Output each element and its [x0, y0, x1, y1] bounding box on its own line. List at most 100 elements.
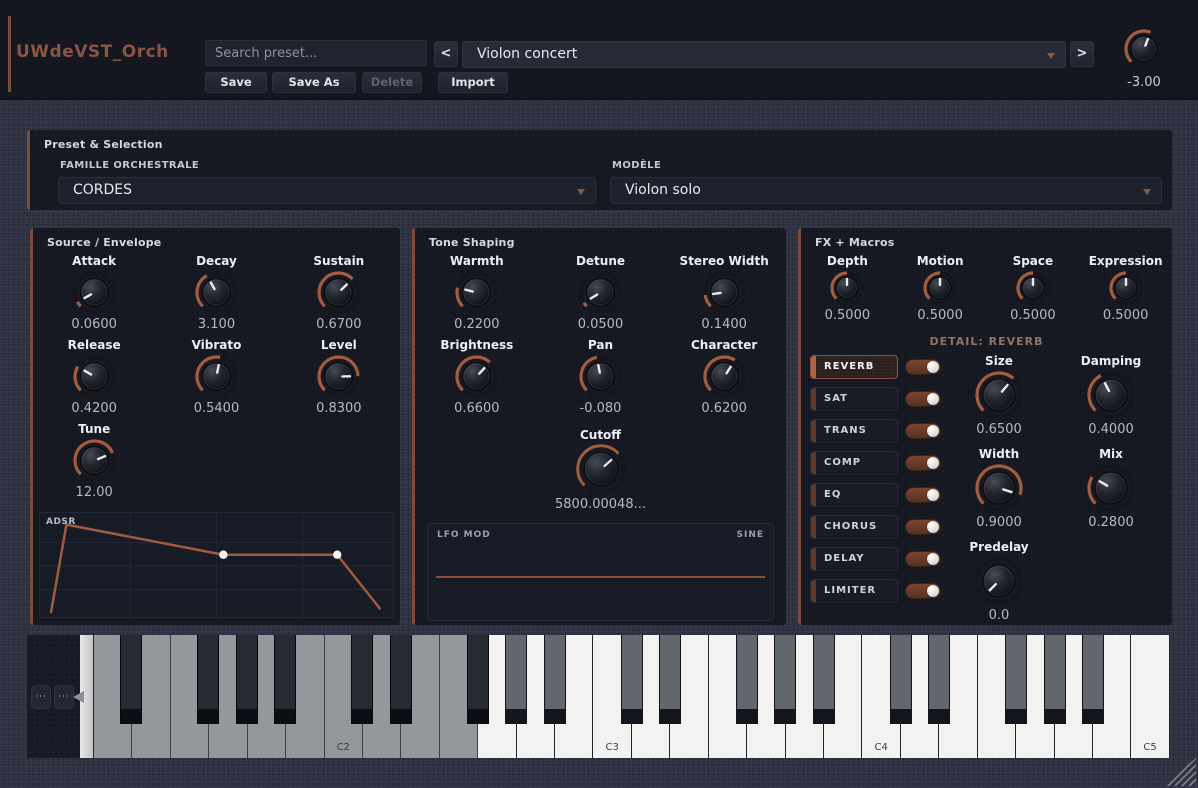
preset-dropdown[interactable]: Violon concert [462, 41, 1066, 68]
black-key[interactable] [274, 635, 296, 724]
next-preset-button[interactable]: > [1070, 41, 1094, 67]
pan-knob[interactable] [578, 354, 623, 399]
slot-accent-stripe [811, 356, 816, 378]
black-key[interactable] [621, 635, 643, 724]
predelay-knob[interactable] [974, 556, 1024, 606]
search-input[interactable] [205, 40, 427, 66]
size-knob[interactable] [974, 370, 1024, 420]
black-key[interactable] [467, 635, 489, 724]
famille-orchestrale-value: CORDES [73, 182, 132, 198]
comp-slot-button[interactable]: COMP [810, 451, 898, 475]
chorus-slot-button[interactable]: CHORUS [810, 515, 898, 539]
save-button[interactable]: Save [205, 72, 267, 93]
motion-knob[interactable] [922, 270, 958, 306]
vibrato-knob-cell: Vibrato0.5400 [192, 338, 242, 422]
space-value: 0.5000 [1010, 308, 1056, 323]
black-key[interactable] [1005, 635, 1027, 724]
vibrato-knob[interactable] [194, 354, 239, 399]
expression-label: Expression [1089, 254, 1163, 270]
trans-slot-button[interactable]: TRANS [810, 419, 898, 443]
damping-knob[interactable] [1086, 370, 1136, 420]
character-knob[interactable] [702, 354, 747, 399]
trans-toggle[interactable] [905, 423, 941, 439]
envelope-handle[interactable] [219, 551, 227, 559]
black-key[interactable] [1082, 635, 1104, 724]
stereo-width-knob[interactable] [702, 270, 747, 315]
master-volume-value: -3.00 [1120, 75, 1168, 90]
limiter-slot-button[interactable]: LIMITER [810, 579, 898, 603]
sustain-knob[interactable] [316, 270, 361, 315]
black-key[interactable] [120, 635, 142, 724]
scroll-left-icon[interactable] [73, 691, 84, 703]
reverb-toggle[interactable] [905, 359, 941, 375]
master-volume-knob[interactable] [1123, 55, 1165, 74]
toggle-knob [927, 585, 939, 597]
modele-dropdown[interactable]: Violon solo [610, 177, 1162, 204]
space-knob[interactable] [1015, 270, 1051, 306]
width-value: 0.9000 [976, 515, 1022, 530]
black-key[interactable] [890, 635, 912, 724]
black-key[interactable] [351, 635, 373, 724]
reverb-slot-button[interactable]: REVERB [810, 355, 898, 379]
eq-slot-button[interactable]: EQ [810, 483, 898, 507]
black-key[interactable] [928, 635, 950, 724]
cutoff-knob[interactable] [573, 443, 629, 495]
level-knob[interactable] [316, 354, 361, 399]
black-key[interactable] [813, 635, 835, 724]
save-as-button[interactable]: Save As [272, 72, 356, 93]
space-label: Space [1013, 254, 1054, 270]
white-key[interactable]: C5 [1131, 635, 1169, 758]
black-key[interactable] [505, 635, 527, 724]
chorus-toggle[interactable] [905, 519, 941, 535]
tune-knob[interactable] [72, 438, 117, 483]
decay-label: Decay [196, 254, 237, 270]
black-key[interactable] [236, 635, 258, 724]
mix-knob-cell: Mix0.2800 [1056, 447, 1166, 531]
delay-slot-button[interactable]: DELAY [810, 547, 898, 571]
sat-toggle[interactable] [905, 391, 941, 407]
decay-knob[interactable] [194, 270, 239, 315]
slot-accent-stripe [811, 484, 816, 506]
black-key[interactable] [544, 635, 566, 724]
attack-knob[interactable] [72, 270, 117, 315]
depth-knob[interactable] [829, 270, 865, 306]
import-button[interactable]: Import [438, 72, 508, 93]
brightness-knob[interactable] [454, 354, 499, 399]
brightness-knob-cell: Brightness0.6600 [440, 338, 513, 422]
previous-preset-button[interactable]: < [434, 41, 458, 67]
vst-plugin-window: { "topbar": { "logo": "UWdeVST_Orch", "s… [0, 0, 1198, 788]
octave-up-button[interactable]: ··· [54, 685, 74, 709]
black-key[interactable] [390, 635, 412, 724]
black-key[interactable] [197, 635, 219, 724]
lfo-wave-label: SINE [736, 530, 764, 540]
black-key[interactable] [736, 635, 758, 724]
expression-knob[interactable] [1108, 270, 1144, 306]
master-volume-knob[interactable] [1123, 28, 1165, 70]
preset-selection-panel: Preset & Selection FAMILLE ORCHESTRALE C… [27, 130, 1172, 210]
mix-knob[interactable] [1086, 463, 1136, 513]
adsr-envelope-display[interactable]: ADSR [39, 512, 394, 618]
comp-toggle[interactable] [905, 455, 941, 471]
delay-toggle[interactable] [905, 551, 941, 567]
damping-label: Damping [1081, 354, 1141, 370]
resize-grip[interactable] [1162, 758, 1196, 786]
delete-button[interactable]: Delete [362, 72, 422, 93]
sat-slot-button[interactable]: SAT [810, 387, 898, 411]
detune-knob[interactable] [578, 270, 623, 315]
slot-accent-stripe [811, 548, 816, 570]
black-key[interactable] [774, 635, 796, 724]
famille-orchestrale-dropdown[interactable]: CORDES [58, 177, 596, 204]
width-knob[interactable] [974, 463, 1024, 513]
black-key[interactable] [1044, 635, 1066, 724]
limiter-toggle[interactable] [905, 583, 941, 599]
level-value: 0.8300 [316, 401, 362, 416]
black-key[interactable] [659, 635, 681, 724]
warmth-knob[interactable] [454, 270, 499, 315]
envelope-handle[interactable] [333, 551, 341, 559]
release-knob[interactable] [72, 354, 117, 399]
eq-toggle[interactable] [905, 487, 941, 503]
octave-down-button[interactable]: ··· [31, 685, 51, 709]
brightness-value: 0.6600 [454, 401, 500, 416]
panel-title: Preset & Selection [44, 138, 163, 151]
macro-knob-grid: Depth0.5000Motion0.5000Space0.5000Expres… [801, 254, 1172, 330]
